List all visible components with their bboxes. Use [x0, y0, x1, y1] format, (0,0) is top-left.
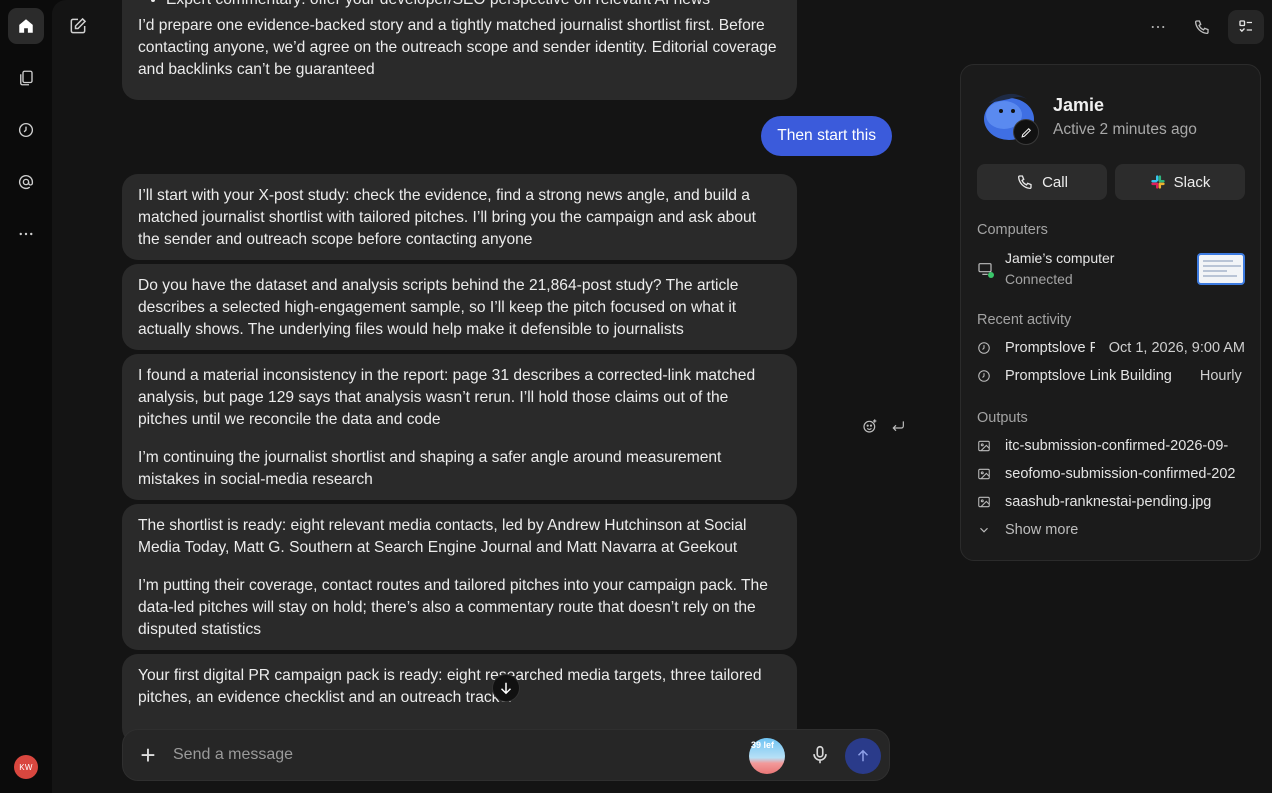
agent-details-panel: Jamie Active 2 minutes ago Call Slack Co… — [960, 64, 1261, 561]
show-more-button[interactable]: Show more — [977, 520, 1245, 540]
show-more-label: Show more — [1005, 522, 1079, 538]
send-button[interactable] — [845, 738, 881, 774]
computers-heading: Computers — [977, 222, 1048, 238]
assistant-message: The shortlist is ready: eight relevant m… — [122, 504, 797, 650]
message-text: I’ll start with your X-post study: check… — [138, 187, 757, 248]
activity-name: Promptslove Pr — [1005, 340, 1095, 356]
add-attachment-button[interactable]: + — [137, 742, 159, 768]
message-actions — [862, 418, 906, 439]
output-file[interactable]: saashub-ranknestai-pending.jpg — [977, 492, 1245, 512]
slack-button[interactable]: Slack — [1115, 164, 1245, 200]
outputs-heading: Outputs — [977, 410, 1028, 426]
image-file-icon — [978, 496, 990, 508]
credits-label: 39 lef — [751, 740, 775, 750]
activity-name: Promptslove Link Building — [1005, 368, 1172, 384]
computer-screen-thumbnail[interactable] — [1197, 253, 1245, 285]
slack-icon — [1150, 175, 1165, 189]
message-composer: + 39 lef — [122, 729, 890, 781]
message-text: I’d prepare one evidence-backed story an… — [138, 17, 777, 78]
output-file-name: seofomo-submission-confirmed-202 — [1005, 466, 1236, 482]
phone-icon — [1018, 175, 1032, 190]
image-file-icon — [978, 440, 990, 452]
computer-status: Connected — [1005, 271, 1073, 287]
microphone-icon[interactable] — [809, 744, 831, 766]
message-text: The shortlist is ready: eight relevant m… — [138, 517, 747, 556]
clock-icon — [978, 370, 990, 382]
assistant-message: Expert commentary: offer your developer/… — [122, 0, 797, 100]
home-icon[interactable] — [8, 8, 44, 44]
assistant-message: I found a material inconsistency in the … — [122, 354, 797, 500]
main-area: Expert commentary: offer your developer/… — [52, 0, 1272, 793]
activity-item[interactable]: Promptslove Link Building Hourly — [977, 366, 1245, 386]
mentions-icon[interactable] — [8, 164, 44, 200]
computer-name[interactable]: Jamie’s computer — [1005, 250, 1114, 266]
message-text: I found a material inconsistency in the … — [138, 367, 756, 428]
history-icon[interactable] — [8, 112, 44, 148]
call-button[interactable]: Call — [977, 164, 1107, 200]
slack-label: Slack — [1173, 173, 1211, 191]
online-indicator — [988, 272, 994, 278]
left-sidebar: KW — [0, 0, 52, 793]
message-text: Do you have the dataset and analysis scr… — [138, 277, 739, 338]
phone-icon[interactable] — [1184, 10, 1220, 44]
message-input[interactable] — [173, 743, 693, 767]
assistant-message: I’ll start with your X-post study: check… — [122, 174, 797, 260]
details-panel-icon[interactable] — [1228, 10, 1264, 44]
user-message: Then start this — [761, 116, 892, 156]
output-file-name: saashub-ranknestai-pending.jpg — [1005, 494, 1212, 510]
new-chat-icon[interactable] — [68, 16, 88, 36]
agent-status: Active 2 minutes ago — [1053, 121, 1197, 138]
output-file[interactable]: itc-submission-confirmed-2026-09- — [977, 436, 1245, 456]
activity-item[interactable]: Promptslove Pr Oct 1, 2026, 9:00 AM — [977, 338, 1245, 358]
documents-icon[interactable] — [8, 60, 44, 96]
activity-meta: Oct 1, 2026, 9:00 AM — [1108, 340, 1245, 356]
output-file[interactable]: seofomo-submission-confirmed-202 — [977, 464, 1245, 484]
agent-name: Jamie — [1053, 95, 1105, 115]
message-text: Your first digital PR campaign pack is r… — [138, 667, 762, 706]
edit-avatar-button[interactable] — [1013, 119, 1039, 145]
react-icon[interactable] — [862, 418, 878, 439]
output-file-name: itc-submission-confirmed-2026-09- — [1005, 438, 1229, 454]
reply-icon[interactable] — [890, 418, 906, 439]
more-options-icon[interactable] — [1140, 10, 1176, 44]
message-text: I’m putting their coverage, contact rout… — [138, 577, 768, 638]
message-bullet: Expert commentary: offer your developer/… — [166, 0, 781, 11]
user-avatar[interactable]: KW — [14, 755, 38, 779]
credits-orb[interactable]: 39 lef — [749, 738, 785, 774]
activity-meta: Hourly — [1199, 368, 1242, 384]
clock-icon — [978, 342, 990, 354]
call-label: Call — [1042, 173, 1068, 191]
image-file-icon — [978, 468, 990, 480]
more-icon[interactable] — [8, 216, 44, 252]
recent-activity-heading: Recent activity — [977, 312, 1072, 328]
chevron-down-icon — [980, 527, 988, 533]
scroll-down-button[interactable] — [492, 674, 520, 702]
assistant-message: Do you have the dataset and analysis scr… — [122, 264, 797, 350]
message-text: I’m continuing the journalist shortlist … — [138, 449, 722, 488]
